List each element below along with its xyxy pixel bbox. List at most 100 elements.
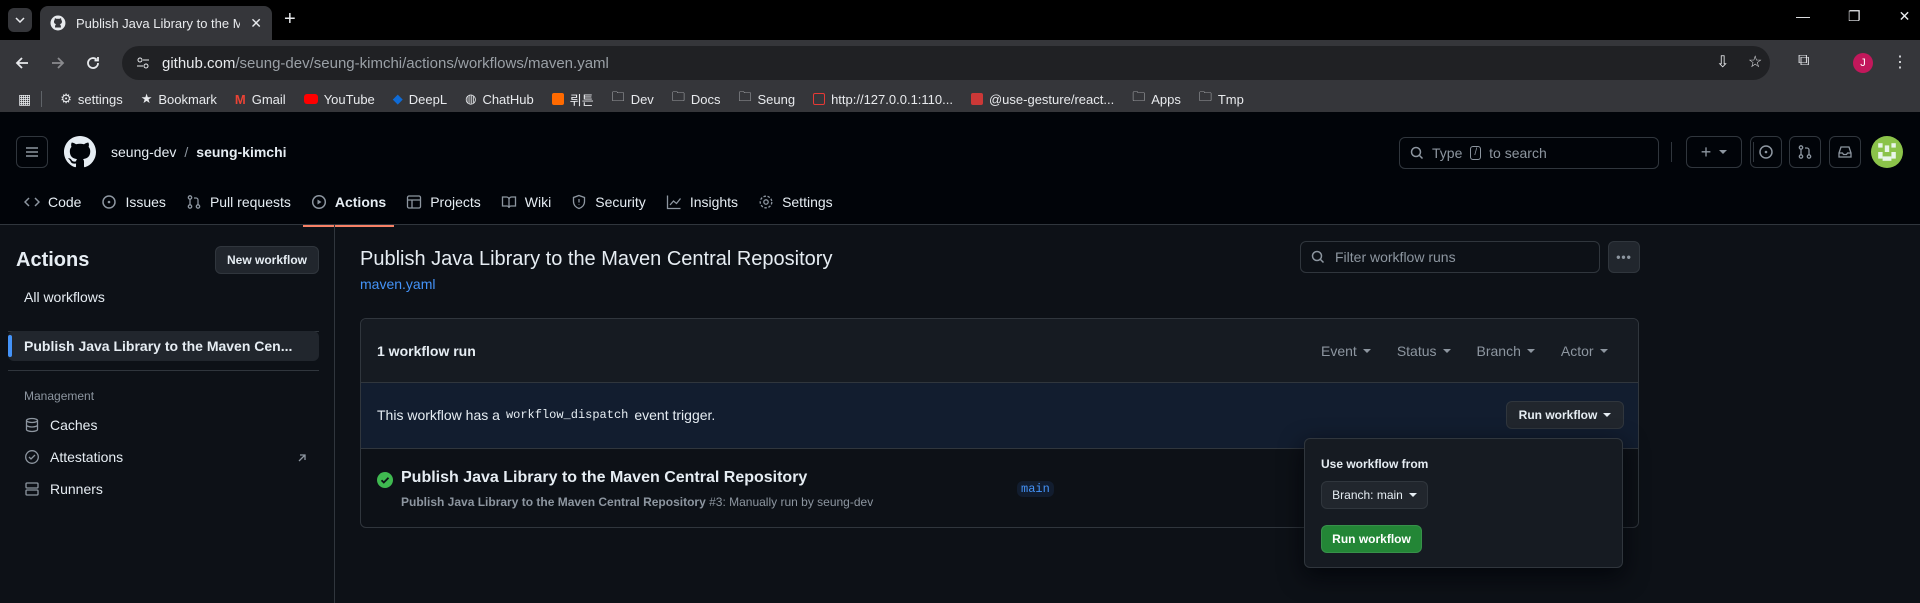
- bookmark-chathub[interactable]: ◍ ChatHub: [465, 91, 534, 107]
- reload-icon[interactable]: [85, 55, 101, 71]
- back-arrow-icon[interactable]: [14, 55, 30, 71]
- tab-settings[interactable]: Settings: [750, 178, 841, 226]
- inbox-button[interactable]: [1829, 136, 1861, 168]
- github-logo-icon[interactable]: [64, 136, 96, 168]
- global-search-input[interactable]: Type / to search: [1399, 137, 1659, 169]
- database-icon: [25, 417, 39, 433]
- repo-link[interactable]: seung-kimchi: [196, 144, 286, 160]
- tab-search-button[interactable]: [8, 8, 32, 32]
- selected-indicator: [8, 335, 12, 357]
- bookmark-folder-seung[interactable]: 🗀 Seung: [738, 88, 795, 110]
- chrome-menu-icon[interactable]: ⋮: [1892, 52, 1908, 72]
- address-bar[interactable]: github.com/seung-dev/seung-kimchi/action…: [122, 46, 1770, 80]
- sidebar-item-attestations[interactable]: Attestations: [24, 449, 123, 465]
- pull-requests-button[interactable]: [1789, 136, 1821, 168]
- chevron-down-icon: [15, 17, 25, 23]
- divider: [1671, 142, 1672, 162]
- branch-badge[interactable]: main: [1017, 481, 1054, 497]
- server-icon: [25, 482, 39, 496]
- browser-tab-active[interactable]: Publish Java Library to the Maven Centra…: [40, 6, 272, 40]
- run-workflow-submit-button[interactable]: Run workflow: [1321, 525, 1422, 553]
- bookmark-bookmark[interactable]: ★ Bookmark: [141, 91, 217, 107]
- filter-actor[interactable]: Actor: [1561, 343, 1608, 359]
- new-workflow-button[interactable]: New workflow: [215, 246, 319, 274]
- bookmark-star-icon[interactable]: ☆: [1748, 52, 1762, 72]
- sidebar-item-all-workflows[interactable]: All workflows: [24, 289, 105, 305]
- chevron-down-icon: [1719, 150, 1728, 154]
- filter-runs-input[interactable]: Filter workflow runs: [1300, 241, 1600, 273]
- forward-arrow-icon[interactable]: [50, 55, 66, 71]
- search-shortcut-key: /: [1470, 146, 1482, 160]
- minimize-icon[interactable]: —: [1796, 8, 1810, 25]
- code-icon: [24, 197, 40, 207]
- issue-icon: [1759, 145, 1773, 159]
- tab-pull-requests[interactable]: Pull requests: [178, 178, 299, 226]
- runs-header: 1 workflow run Event Status Branch Actor: [361, 319, 1638, 383]
- bookmark-folder-apps[interactable]: 🗀 Apps: [1132, 88, 1181, 110]
- owner-link[interactable]: seung-dev: [111, 144, 176, 160]
- issues-button[interactable]: [1750, 136, 1782, 168]
- close-tab-icon[interactable]: ✕: [250, 15, 262, 32]
- bookmark-deepl[interactable]: ◆ DeepL: [393, 91, 447, 107]
- play-circle-icon: [311, 194, 326, 210]
- workflow-file-link[interactable]: maven.yaml: [360, 276, 435, 292]
- tab-projects[interactable]: Projects: [398, 178, 489, 226]
- sidebar-item-caches[interactable]: Caches: [24, 417, 97, 433]
- install-app-icon[interactable]: ⇩: [1716, 52, 1729, 72]
- bookmark-folder-tmp[interactable]: 🗀 Tmp: [1199, 88, 1244, 110]
- sidebar-item-label: Attestations: [50, 449, 124, 465]
- npm-icon: [970, 93, 983, 105]
- tab-wiki[interactable]: Wiki: [493, 178, 559, 226]
- tab-actions[interactable]: Actions: [302, 178, 395, 227]
- global-nav-menu-button[interactable]: [16, 136, 48, 168]
- issue-icon: [102, 195, 117, 209]
- graph-icon: [666, 195, 681, 210]
- chevron-down-icon: [1442, 349, 1451, 353]
- sidebar-item-runners[interactable]: Runners: [24, 481, 103, 497]
- filter-status[interactable]: Status: [1397, 343, 1451, 359]
- filter-event[interactable]: Event: [1321, 343, 1371, 359]
- profile-avatar[interactable]: J: [1853, 53, 1873, 73]
- run-title[interactable]: Publish Java Library to the Maven Centra…: [401, 469, 807, 487]
- run-workflow-dropdown-button[interactable]: Run workflow: [1506, 401, 1624, 429]
- tab-security[interactable]: Security: [563, 178, 654, 226]
- site-info-icon[interactable]: [136, 56, 150, 70]
- close-window-icon[interactable]: ✕: [1899, 8, 1911, 25]
- actions-sidebar: Actions New workflow All workflows Publi…: [0, 225, 335, 603]
- bookmark-folder-docs[interactable]: 🗀 Docs: [672, 88, 721, 110]
- pull-request-icon: [187, 195, 201, 209]
- sidebar-item-selected-workflow[interactable]: Publish Java Library to the Maven Cen...: [8, 331, 319, 361]
- search-placeholder-prefix: Type: [1432, 145, 1463, 161]
- bookmark-use-gesture[interactable]: @use-gesture/react...: [970, 92, 1114, 107]
- create-new-button[interactable]: +: [1686, 136, 1742, 168]
- verified-icon: [25, 450, 39, 464]
- bookmark-localhost[interactable]: http://127.0.0.1:110...: [813, 92, 953, 107]
- breadcrumb-separator: /: [184, 144, 189, 160]
- tab-issues[interactable]: Issues: [93, 178, 173, 226]
- branch-select-button[interactable]: Branch: main: [1321, 481, 1428, 509]
- bookmark-gmail[interactable]: M Gmail: [235, 92, 286, 107]
- bookmark-youtube[interactable]: YouTube: [303, 92, 375, 107]
- tab-code[interactable]: Code: [16, 178, 89, 226]
- more-options-button[interactable]: •••: [1608, 241, 1640, 273]
- sidebar-title: Actions: [16, 249, 90, 271]
- new-tab-icon[interactable]: +: [284, 8, 296, 31]
- url-text: github.com/seung-dev/seung-kimchi/action…: [162, 54, 609, 72]
- extensions-icon[interactable]: ⧉: [1798, 52, 1809, 70]
- apps-grid-icon[interactable]: ▦: [18, 91, 31, 108]
- table-icon: [407, 195, 422, 209]
- filter-branch[interactable]: Branch: [1477, 343, 1535, 359]
- kebab-horizontal-icon: •••: [1616, 250, 1632, 264]
- restore-icon[interactable]: ❐: [1848, 8, 1861, 25]
- run-filters: Event Status Branch Actor: [1321, 343, 1608, 359]
- chevron-down-icon: [1408, 493, 1417, 497]
- youtube-icon: [303, 94, 318, 104]
- bookmark-folder-dev[interactable]: 🗀 Dev: [612, 88, 654, 110]
- user-avatar[interactable]: [1871, 136, 1903, 168]
- bookmarks-bar: ▦ ⚙ settings ★ Bookmark M Gmail YouTube ◆ De…: [0, 86, 1920, 112]
- bookmark-settings[interactable]: ⚙ settings: [60, 91, 122, 107]
- bookmark-wrtn[interactable]: 뤼튼: [551, 90, 594, 109]
- repo-breadcrumb: seung-dev / seung-kimchi: [111, 144, 287, 160]
- tab-insights[interactable]: Insights: [658, 178, 746, 226]
- management-heading: Management: [24, 389, 95, 403]
